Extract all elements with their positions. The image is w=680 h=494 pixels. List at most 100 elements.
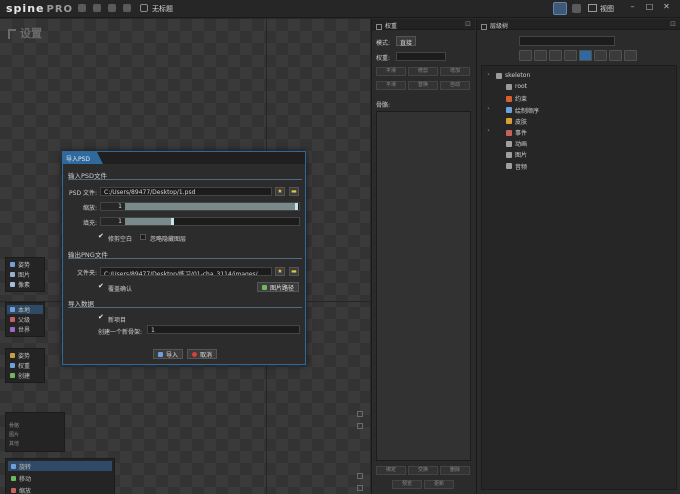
tool-label: 图片 — [18, 272, 31, 279]
psd-file-input[interactable]: C:/Users/89477/Desktop/1.psd — [100, 187, 272, 196]
tool-icon — [10, 327, 15, 332]
tree-panel-header[interactable]: 层级树 ⊡ — [477, 19, 680, 30]
tree-node[interactable]: 皮肤 — [506, 117, 527, 126]
favorite-icon[interactable]: ★ — [275, 267, 285, 276]
redo-icon[interactable] — [123, 4, 131, 12]
tool-tools-c-2[interactable]: 创建 — [7, 371, 43, 380]
tree-node[interactable]: 音频 — [506, 162, 527, 171]
minimize-icon[interactable]: – — [628, 2, 637, 12]
delete-button[interactable]: 删除 — [440, 466, 470, 475]
tool-tools-a-0[interactable]: 姿势 — [7, 260, 43, 269]
tree-node[interactable]: 图片 — [506, 150, 527, 159]
update-button[interactable]: 更新 — [424, 480, 454, 489]
close-panel-icon[interactable]: ⊡ — [670, 20, 676, 28]
swap-button[interactable]: 交换 — [408, 466, 438, 475]
save-icon[interactable] — [93, 4, 101, 12]
browse-folder-icon[interactable]: ▬ — [289, 267, 299, 276]
tool-tools-d-1[interactable]: 移动 — [8, 473, 112, 483]
undo-history-icon[interactable] — [78, 4, 86, 12]
favorite-icon[interactable]: ★ — [275, 187, 285, 196]
tree-node-icon — [506, 140, 512, 147]
filter-skins-icon[interactable] — [579, 50, 592, 61]
tree-node[interactable]: 绘制顺序 — [506, 106, 539, 115]
mode-direct-button[interactable]: 直接 — [396, 36, 417, 47]
close-panel-icon[interactable]: ⊡ — [465, 20, 471, 28]
padding-slider[interactable]: 1 — [100, 217, 300, 226]
bones-list[interactable] — [376, 111, 471, 461]
smooth-mode-button[interactable]: 平滑 — [376, 81, 406, 90]
weight-input[interactable] — [396, 52, 446, 61]
zoom-in-icon[interactable] — [357, 411, 363, 417]
tool-tools-d-2[interactable]: 缩放 — [8, 485, 112, 494]
folder-input[interactable]: C:/Users/89477/Desktop/练习/01-cha_3114/im… — [100, 267, 272, 276]
tree-node[interactable]: skeleton — [496, 72, 530, 79]
setup-mode-button[interactable] — [553, 2, 567, 15]
add-button[interactable]: 增加 — [440, 67, 470, 76]
browse-folder-icon[interactable]: ▬ — [289, 187, 299, 196]
tool-tools-b-2[interactable]: 世界 — [7, 325, 43, 334]
image-path-button[interactable]: 图片路径 — [257, 282, 300, 292]
new-project-checkbox[interactable]: ✔ — [98, 314, 105, 321]
fit-icon[interactable] — [357, 473, 363, 479]
import-label: 导入 — [166, 351, 179, 359]
padding-slider-knob[interactable] — [171, 218, 174, 225]
new-project-label: 新项目 — [108, 317, 127, 324]
tree-search-input[interactable] — [519, 36, 615, 46]
tree-view[interactable]: skeleton • root 约束绘制顺序 • 皮肤事件 • 动画图片音频 — [481, 65, 677, 490]
tree-node[interactable]: root — [506, 83, 527, 90]
filter-events-icon[interactable] — [594, 50, 607, 61]
tool-tools-c-1[interactable]: 权重 — [7, 361, 43, 370]
padding-value[interactable]: 1 — [101, 218, 125, 225]
filter-none-icon[interactable] — [624, 50, 637, 61]
animate-mode-button[interactable] — [572, 4, 581, 13]
overwrite-checkbox[interactable]: ✔ — [98, 283, 105, 290]
tool-tools-a-1[interactable]: 图片 — [7, 270, 43, 279]
close-icon[interactable]: ✕ — [662, 2, 671, 12]
undo-icon[interactable] — [108, 4, 116, 12]
tree-node-label: 约束 — [515, 96, 528, 104]
replace-button[interactable]: 替换 — [408, 81, 438, 90]
transform-tools: 旋转移动缩放剪切 — [5, 458, 115, 494]
tool-tools-a-2[interactable]: 像素 — [7, 280, 43, 289]
scale-value[interactable]: 1 — [101, 203, 125, 210]
visibility-icon[interactable]: • — [487, 128, 490, 134]
auto-button[interactable]: 自动 — [440, 81, 470, 90]
create-skeleton-input[interactable]: 1 — [147, 325, 300, 334]
tool-tools-b-0[interactable]: 本地 — [7, 305, 43, 314]
option-row-bones: 骨骼 — [9, 423, 20, 429]
zoom-out-icon[interactable] — [357, 423, 363, 429]
preview-button[interactable]: 预览 — [392, 480, 422, 489]
ignore-hidden-checkbox[interactable] — [140, 234, 146, 240]
dialog-title: 导入PSD — [63, 152, 103, 164]
project-title: 无标题 — [152, 5, 173, 13]
cancel-label: 取消 — [200, 351, 213, 359]
filter-bones-icon[interactable] — [519, 50, 532, 61]
filter-all-icon[interactable] — [609, 50, 622, 61]
maximize-icon[interactable]: □ — [645, 2, 654, 12]
center-icon[interactable] — [357, 485, 363, 491]
scale-slider-knob[interactable] — [295, 203, 298, 210]
dialog-title-bar[interactable]: 导入PSD — [63, 152, 305, 164]
tree-node[interactable]: 动画 — [506, 139, 527, 148]
tool-tools-b-1[interactable]: 父级 — [7, 315, 43, 324]
import-button[interactable]: 导入 — [153, 349, 184, 359]
view-menu[interactable]: 视图 — [600, 4, 614, 14]
cancel-button[interactable]: 取消 — [187, 349, 218, 359]
trim-checkbox[interactable]: ✔ — [98, 233, 105, 240]
tree-filters — [519, 50, 637, 61]
option-row-images: 图片 — [9, 432, 20, 438]
filter-slots-icon[interactable] — [534, 50, 547, 61]
tool-tools-c-0[interactable]: 姿势 — [7, 351, 43, 360]
tree-node[interactable]: 事件 — [506, 128, 527, 137]
smooth-button[interactable]: 平滑 — [376, 67, 406, 76]
tree-node[interactable]: 约束 — [506, 94, 527, 103]
visibility-icon[interactable]: • — [487, 72, 490, 78]
tool-tools-d-0[interactable]: 旋转 — [8, 461, 112, 471]
filter-constraints-icon[interactable] — [564, 50, 577, 61]
filter-attachments-icon[interactable] — [549, 50, 562, 61]
scale-slider[interactable]: 1 — [100, 202, 300, 211]
weights-panel-header[interactable]: 权重 ⊡ — [372, 19, 475, 30]
visibility-icon[interactable]: • — [487, 106, 490, 112]
prune-button[interactable]: 修剪 — [408, 67, 438, 76]
bind-button[interactable]: 绑定 — [376, 466, 406, 475]
